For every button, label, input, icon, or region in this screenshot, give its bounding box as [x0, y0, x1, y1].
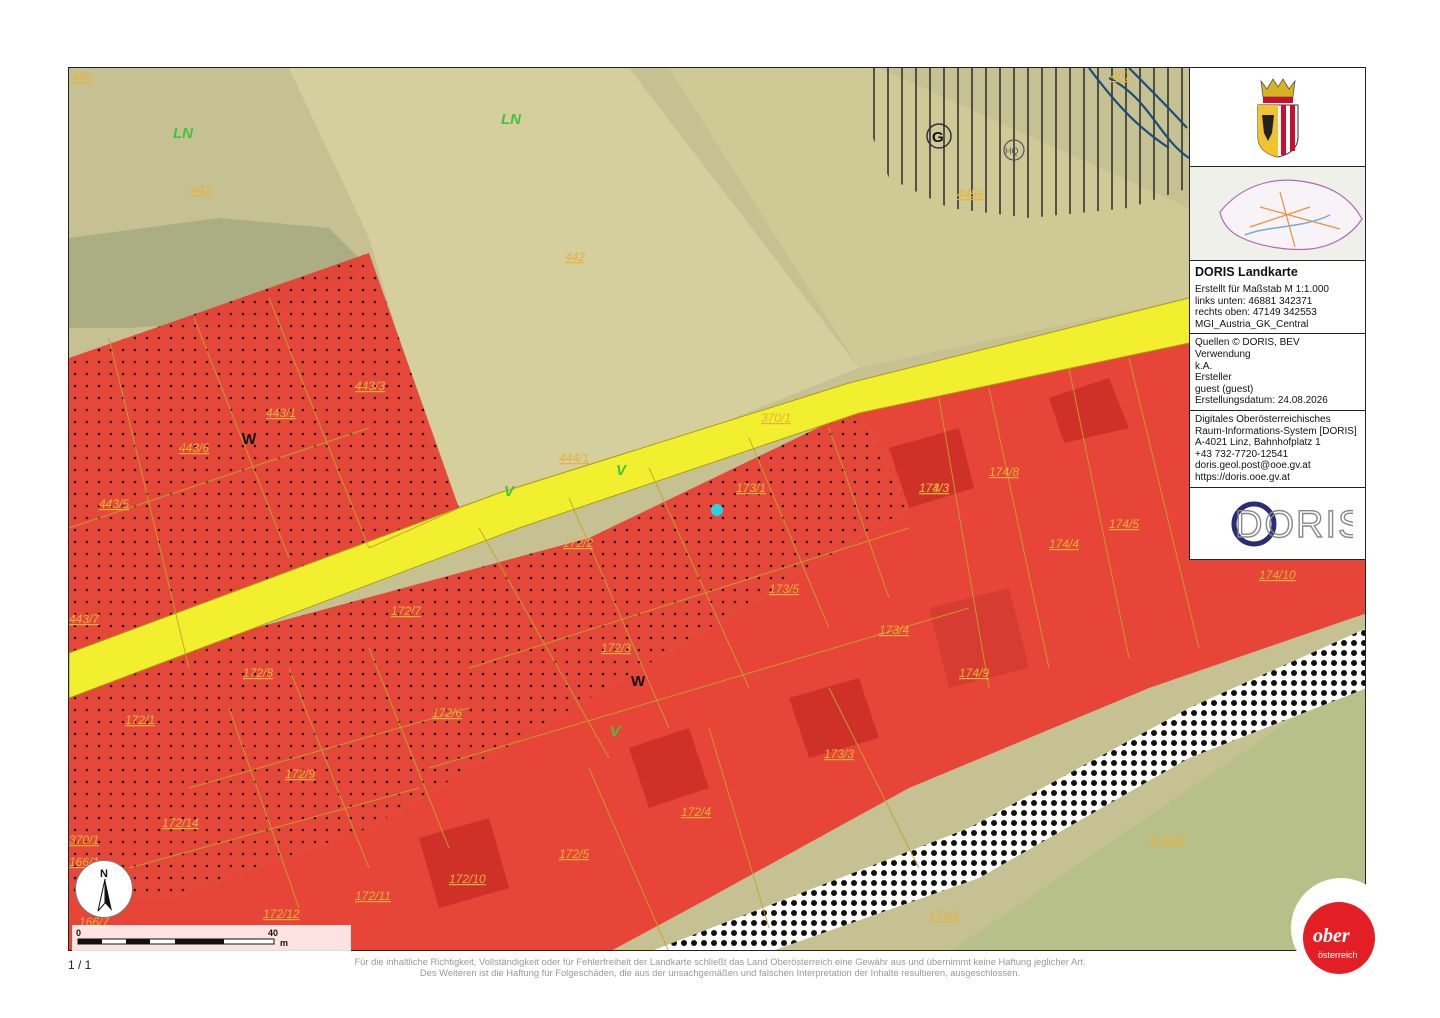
svg-text:173/3: 173/3: [824, 747, 854, 761]
svg-text:443/3: 443/3: [355, 379, 385, 393]
map-info-section: DORIS Landkarte Erstellt für Maßstab M 1…: [1190, 261, 1365, 335]
scale-bar: 0 40 m: [72, 925, 351, 951]
svg-text:444/1: 444/1: [559, 451, 589, 465]
projection: MGI_Austria_GK_Central: [1195, 318, 1309, 330]
svg-text:174/8: 174/8: [989, 465, 1019, 479]
svg-text:173/4: 173/4: [879, 623, 909, 637]
scale-start: 0: [76, 928, 81, 938]
created-date: Erstellungsdatum: 24.08.2026: [1195, 395, 1328, 407]
svg-text:174/12: 174/12: [1149, 833, 1186, 847]
svg-text:173/1: 173/1: [736, 481, 766, 495]
disclaimer: Für die inhaltliche Richtigkeit, Vollstä…: [260, 956, 1180, 978]
svg-text:443/7: 443/7: [69, 612, 100, 626]
ober-logo-line1: ober: [1313, 925, 1350, 947]
svg-text:172/7: 172/7: [391, 604, 422, 618]
svg-text:443/5: 443/5: [99, 497, 129, 511]
overview-map[interactable]: [1190, 167, 1365, 261]
svg-text:442: 442: [191, 183, 211, 197]
svg-text:172/4: 172/4: [681, 805, 711, 819]
svg-text:174/4: 174/4: [1049, 537, 1079, 551]
creator-value: guest (guest): [1195, 383, 1254, 395]
location-marker: [711, 504, 723, 516]
org-section: Digitales Oberösterreichisches Raum-Info…: [1190, 411, 1365, 488]
zone-label-w-1: W: [242, 431, 257, 448]
svg-text:172/5: 172/5: [559, 847, 589, 861]
zone-label-w-2: W: [631, 673, 646, 690]
zone-label-ln-1: LN: [173, 125, 194, 142]
svg-text:443/6: 443/6: [179, 441, 209, 455]
coords-bottom-left: links unten: 46881 342371: [1195, 295, 1313, 307]
svg-text:172/1: 172/1: [125, 713, 155, 727]
north-label: N: [100, 868, 108, 880]
creator-label: Ersteller: [1195, 372, 1232, 384]
org-line1: Digitales Oberösterreichisches: [1195, 413, 1331, 425]
scale-text: Erstellt für Maßstab M 1:1.000: [1195, 284, 1329, 295]
scale-unit: m: [280, 938, 288, 948]
map-svg: G HQ LN LN V V V W W 448 442 442 443/3 4…: [69, 68, 1365, 950]
svg-text:172/10: 172/10: [449, 872, 486, 886]
svg-text:174/9: 174/9: [929, 909, 959, 923]
zone-label-ln-2: LN: [501, 111, 522, 128]
svg-text:172/2: 172/2: [563, 536, 593, 550]
meta-section: Quellen © DORIS, BEV Verwendung k.A. Ers…: [1190, 334, 1365, 411]
north-arrow-icon: N: [97, 868, 112, 912]
svg-text:174/3: 174/3: [919, 481, 949, 495]
panel-title: DORIS Landkarte: [1195, 265, 1298, 279]
svg-text:370/1: 370/1: [761, 411, 791, 425]
zone-label-hq: HQ: [1005, 146, 1019, 156]
disclaimer-line2: Des Weiteren ist die Haftung für Folgesc…: [419, 967, 1021, 978]
ober-logo-line2: österreich: [1318, 950, 1358, 960]
org-phone: +43 732-7720-12541: [1195, 448, 1289, 460]
svg-text:173/5: 173/5: [769, 582, 799, 596]
svg-text:174/10: 174/10: [1259, 568, 1296, 582]
svg-text:442: 442: [565, 250, 585, 264]
svg-text:172/3: 172/3: [601, 641, 631, 655]
overview-map-svg: [1190, 167, 1365, 260]
svg-text:407: 407: [1111, 69, 1132, 83]
coords-top-right: rechts oben: 47149 342553: [1195, 307, 1317, 319]
svg-text:DORIS: DORIS: [1235, 504, 1353, 546]
page-number: 1 / 1: [68, 958, 92, 972]
org-address: A-4021 Linz, Bahnhofplatz 1: [1195, 437, 1321, 449]
coat-of-arms: [1190, 68, 1365, 167]
doris-logo-icon: DORIS: [1231, 501, 1353, 546]
svg-text:4459: 4459: [957, 187, 984, 201]
svg-text:172/6: 172/6: [432, 706, 462, 720]
oberoesterreich-logo: ober österreich: [1291, 878, 1391, 978]
disclaimer-line1: Für die inhaltliche Richtigkeit, Vollstä…: [354, 956, 1086, 967]
org-line2: Raum-Informations-System [DORIS]: [1195, 425, 1357, 437]
svg-text:172/8: 172/8: [243, 666, 273, 680]
oberoesterreich-logo-icon: ober österreich: [1303, 902, 1375, 974]
info-panel: DORIS Landkarte Erstellt für Maßstab M 1…: [1189, 67, 1366, 560]
svg-text:370/1: 370/1: [69, 833, 99, 847]
svg-text:174/5: 174/5: [1109, 517, 1139, 531]
svg-text:172/14: 172/14: [162, 816, 199, 830]
zone-label-g: G: [932, 129, 944, 146]
north-arrow: N: [75, 860, 133, 918]
svg-text:443/1: 443/1: [266, 406, 296, 420]
svg-text:172/12: 172/12: [263, 907, 300, 921]
svg-text:172/9: 172/9: [285, 767, 315, 781]
org-email[interactable]: doris.geol.post@ooe.gv.at: [1195, 460, 1360, 472]
map-canvas[interactable]: G HQ LN LN V V V W W 448 442 442 443/3 4…: [68, 67, 1366, 951]
usage-label: Verwendung: [1195, 348, 1251, 360]
svg-text:448: 448: [72, 70, 92, 84]
sources: Quellen © DORIS, BEV: [1195, 337, 1300, 349]
usage-value: k.A.: [1195, 360, 1213, 372]
scale-bar-svg: 0 40 m: [76, 928, 288, 948]
scale-end: 40: [268, 928, 278, 938]
doris-logo: DORIS: [1190, 488, 1365, 560]
coat-of-arms-icon: [1257, 78, 1298, 158]
svg-text:174/9: 174/9: [959, 666, 989, 680]
org-web[interactable]: https://doris.ooe.gv.at: [1195, 472, 1360, 484]
svg-text:172/11: 172/11: [355, 889, 391, 903]
